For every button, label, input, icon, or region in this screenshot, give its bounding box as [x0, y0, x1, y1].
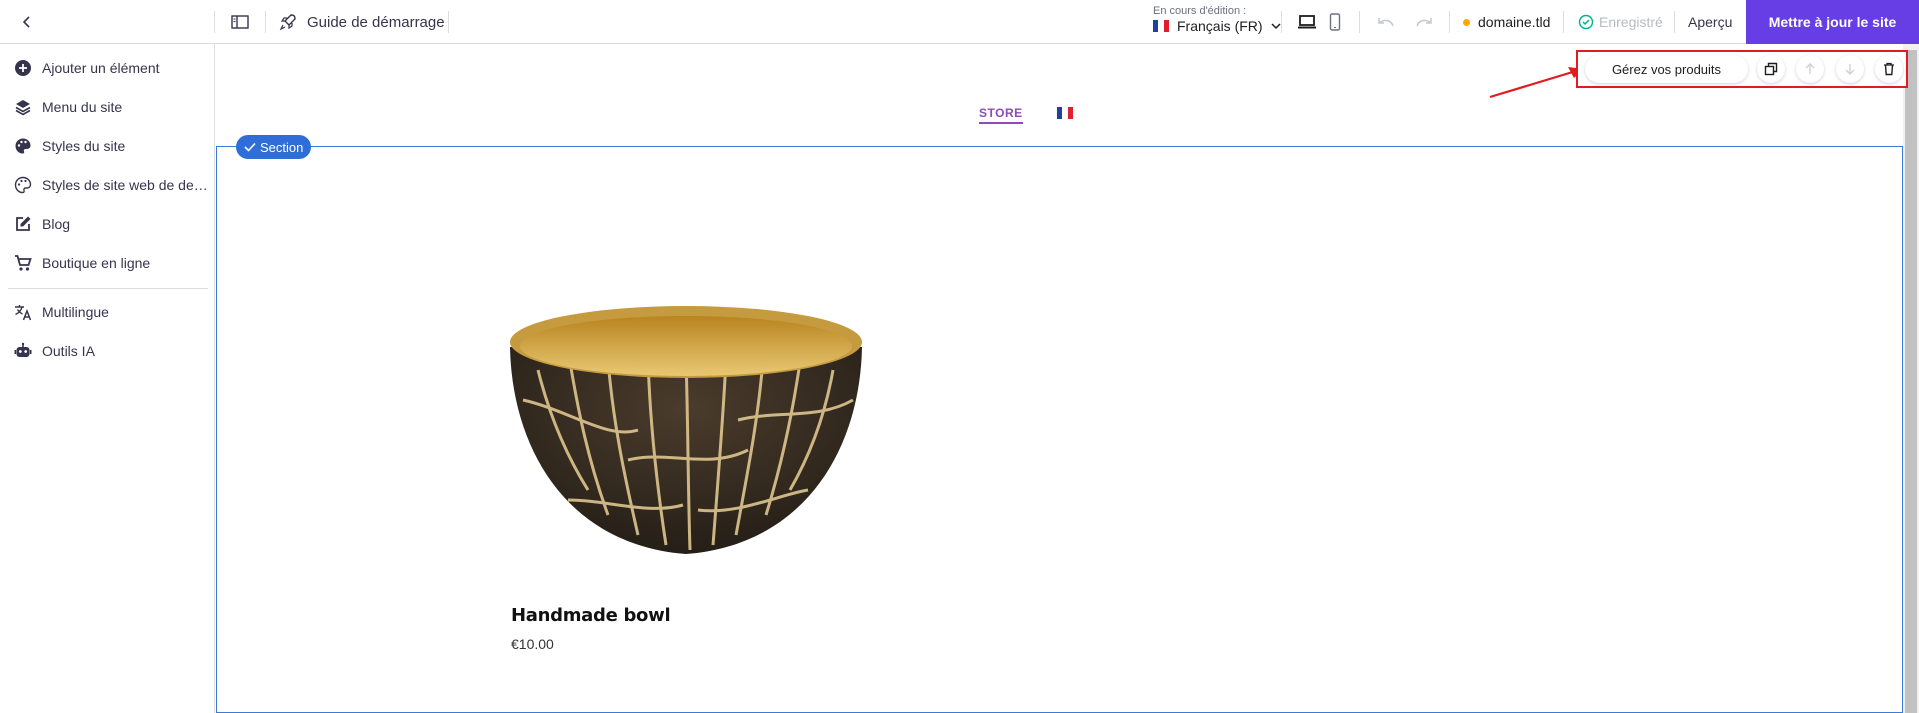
divider — [1449, 11, 1450, 33]
language-selector[interactable]: En cours d'édition : Français (FR) — [1153, 5, 1281, 39]
chevron-down-icon — [1271, 22, 1281, 30]
domain-label: domaine.tld — [1478, 14, 1551, 30]
product-name[interactable]: Handmade bowl — [511, 605, 671, 626]
sidebar-item-label: Menu du site — [42, 99, 123, 115]
sidebar-item-site-menu[interactable]: Menu du site — [0, 89, 215, 125]
duplicate-button[interactable] — [1757, 55, 1785, 83]
check-icon — [244, 142, 256, 152]
sidebar-item-label: Styles du site — [42, 138, 126, 154]
back-arrow-icon[interactable] — [16, 11, 38, 33]
sidebar-item-design-styles[interactable]: Styles de site web de design — [0, 167, 215, 203]
check-circle-icon — [1578, 14, 1594, 30]
annotation-arrow — [1489, 67, 1584, 99]
palette-icon — [14, 137, 32, 155]
duplicate-icon — [1764, 62, 1778, 76]
sidebar: Ajouter un élément Menu du site Styles d… — [0, 44, 215, 713]
manage-products-button[interactable]: Gérez vos produits — [1585, 55, 1748, 83]
palette-outline-icon — [14, 176, 32, 194]
layers-icon — [14, 98, 32, 116]
mobile-view-icon[interactable] — [1324, 11, 1346, 33]
divider — [1359, 11, 1360, 33]
delete-button[interactable] — [1875, 55, 1903, 83]
sidebar-divider — [8, 288, 208, 289]
sidebar-item-online-store[interactable]: Boutique en ligne — [0, 245, 215, 281]
preview-button[interactable]: Aperçu — [1688, 11, 1732, 33]
sidebar-item-label: Blog — [42, 216, 71, 232]
divider — [1674, 11, 1675, 33]
editing-label: En cours d'édition : — [1153, 5, 1247, 17]
sidebar-item-label: Outils IA — [42, 343, 95, 359]
redo-icon[interactable] — [1412, 11, 1436, 33]
sidebar-item-label: Ajouter un élément — [42, 60, 160, 76]
language-label: Français (FR) — [1177, 18, 1263, 34]
status-dot-icon — [1463, 18, 1470, 26]
guide-button[interactable]: Guide de démarrage — [279, 10, 445, 34]
move-down-button[interactable] — [1836, 55, 1864, 83]
sidebar-item-add-element[interactable]: Ajouter un élément — [0, 50, 215, 86]
top-bar: Guide de démarrage En cours d'édition : … — [0, 0, 1919, 44]
arrow-down-icon — [1844, 62, 1856, 76]
domain-button[interactable]: domaine.tld — [1463, 11, 1550, 33]
saved-label: Enregistré — [1599, 14, 1663, 30]
product-price: €10.00 — [511, 636, 554, 652]
sidebar-item-blog[interactable]: Blog — [0, 206, 215, 242]
robot-icon — [14, 342, 32, 360]
divider — [1281, 11, 1282, 33]
france-flag-icon[interactable] — [1057, 107, 1073, 119]
cart-icon — [14, 254, 32, 272]
saved-status: Enregistré — [1578, 11, 1663, 33]
sidebar-item-label: Styles de site web de design — [42, 177, 212, 193]
divider — [214, 11, 215, 33]
sidebar-item-site-styles[interactable]: Styles du site — [0, 128, 215, 164]
plus-circle-icon — [14, 59, 32, 77]
divider — [1563, 11, 1564, 33]
edit-note-icon — [14, 215, 32, 233]
move-up-button[interactable] — [1796, 55, 1824, 83]
section-outline[interactable] — [216, 146, 1903, 713]
section-badge[interactable]: Section — [236, 135, 312, 159]
trash-icon — [1883, 62, 1895, 76]
guide-label: Guide de démarrage — [307, 13, 445, 31]
sidebar-item-ai-tools[interactable]: Outils IA — [0, 333, 215, 369]
publish-button[interactable]: Mettre à jour le site — [1746, 0, 1919, 44]
arrow-up-icon — [1804, 62, 1816, 76]
nav-link-store[interactable]: STORE — [979, 106, 1023, 124]
sidebar-item-label: Boutique en ligne — [42, 255, 151, 271]
sidebar-item-label: Multilingue — [42, 304, 109, 320]
translate-icon — [14, 303, 32, 321]
desktop-view-icon[interactable] — [1295, 11, 1319, 33]
scrollbar-thumb[interactable] — [1905, 50, 1917, 713]
undo-icon[interactable] — [1374, 11, 1398, 33]
preview-label: Aperçu — [1688, 14, 1733, 30]
france-flag-icon — [1153, 20, 1169, 32]
section-badge-label: Section — [260, 139, 304, 155]
divider — [265, 11, 266, 33]
divider — [448, 11, 449, 33]
sidebar-item-multilingual[interactable]: Multilingue — [0, 294, 215, 330]
sidebar-toggle-icon[interactable] — [229, 12, 251, 32]
product-image[interactable] — [508, 300, 864, 565]
rocket-icon — [279, 13, 297, 31]
